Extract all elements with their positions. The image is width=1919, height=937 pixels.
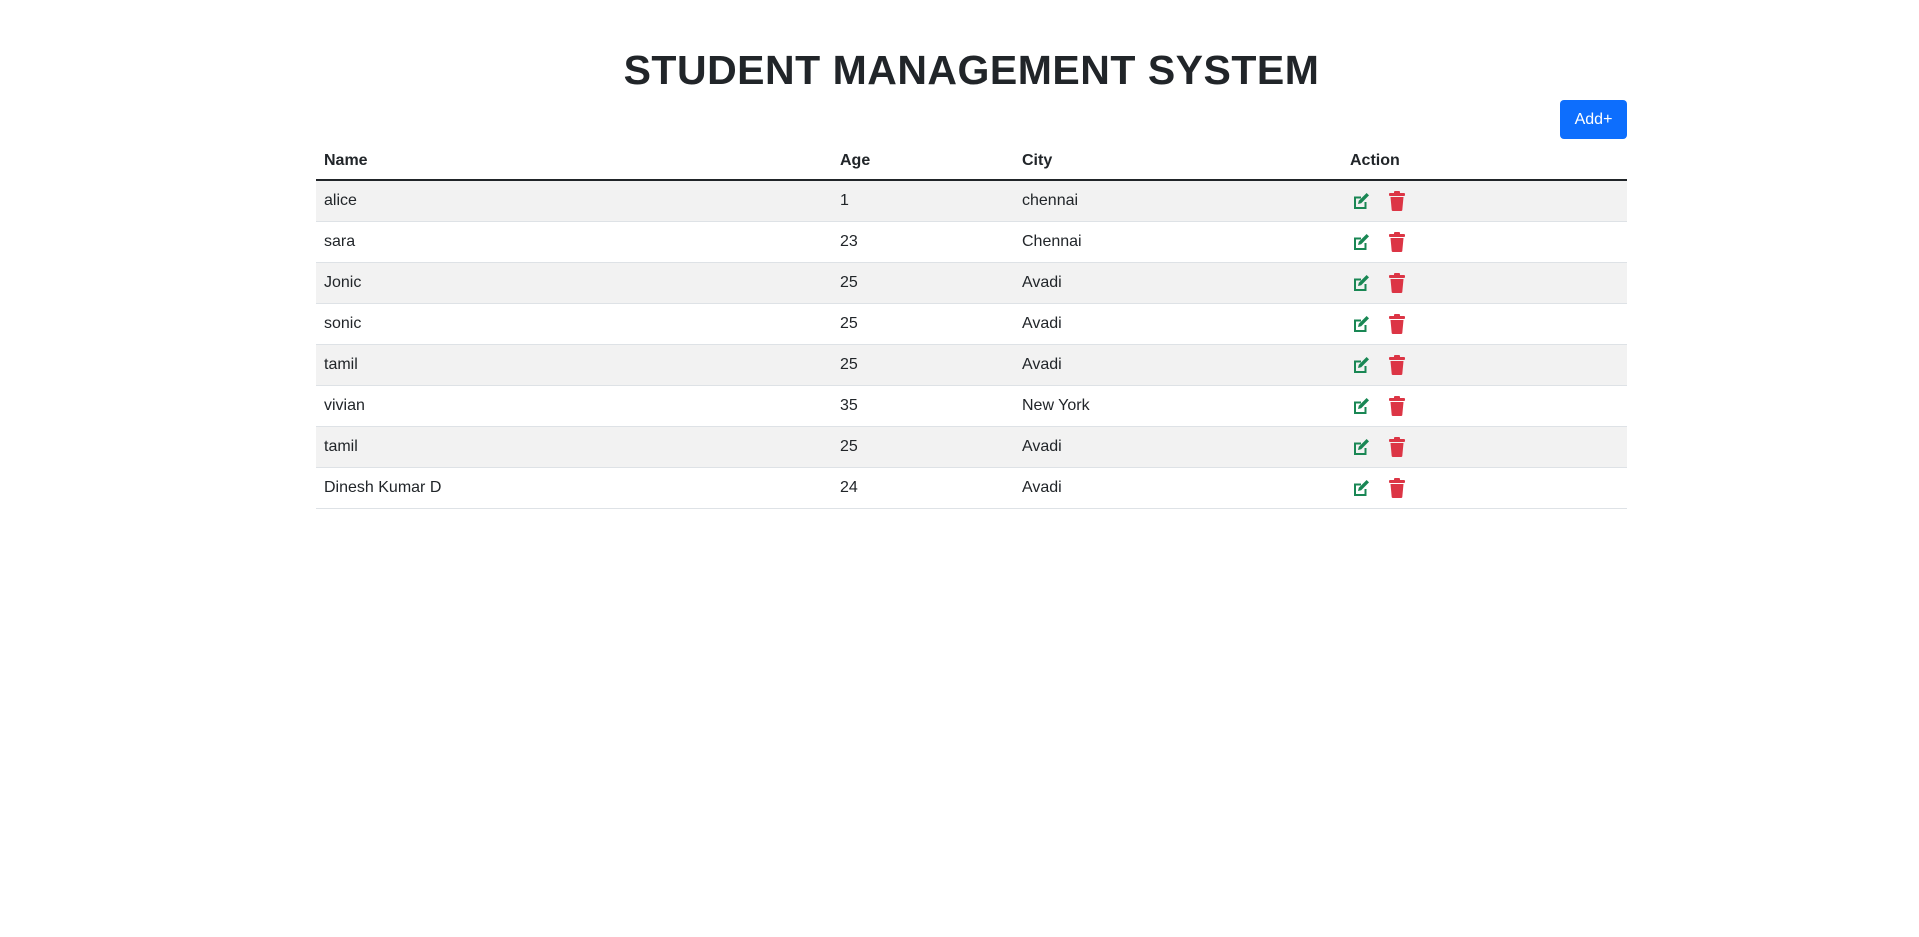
cell-action xyxy=(1342,385,1627,427)
column-header-action: Action xyxy=(1342,142,1627,181)
cell-action xyxy=(1342,262,1627,304)
column-header-age: Age xyxy=(832,142,1014,181)
trash-icon[interactable] xyxy=(1386,313,1408,335)
edit-icon[interactable] xyxy=(1350,477,1372,499)
table-row: Dinesh Kumar D 24 Avadi xyxy=(316,467,1627,509)
row-actions xyxy=(1350,386,1619,426)
cell-city: Avadi xyxy=(1014,303,1342,345)
trash-icon[interactable] xyxy=(1386,477,1408,499)
cell-age: 25 xyxy=(832,426,1014,468)
row-actions xyxy=(1350,222,1619,262)
cell-name: tamil xyxy=(316,426,832,468)
column-header-city: City xyxy=(1014,142,1342,181)
trash-icon[interactable] xyxy=(1386,354,1408,376)
row-actions xyxy=(1350,304,1619,344)
edit-icon[interactable] xyxy=(1350,436,1372,458)
row-actions xyxy=(1350,345,1619,385)
cell-name: Jonic xyxy=(316,262,832,304)
trash-icon[interactable] xyxy=(1386,395,1408,417)
students-table: Name Age City Action alice 1 chennai sara 23… xyxy=(316,142,1627,509)
cell-city: Avadi xyxy=(1014,262,1342,304)
cell-action xyxy=(1342,221,1627,263)
edit-icon[interactable] xyxy=(1350,272,1372,294)
row-actions xyxy=(1350,427,1619,467)
cell-action xyxy=(1342,303,1627,345)
cell-action xyxy=(1342,344,1627,386)
cell-age: 24 xyxy=(832,467,1014,509)
table-header-row: Name Age City Action xyxy=(316,142,1627,181)
cell-action xyxy=(1342,467,1627,509)
column-header-name: Name xyxy=(316,142,832,181)
edit-icon[interactable] xyxy=(1350,231,1372,253)
cell-age: 25 xyxy=(832,262,1014,304)
add-student-button[interactable]: Add+ xyxy=(1560,100,1627,139)
cell-action xyxy=(1342,180,1627,222)
cell-city: New York xyxy=(1014,385,1342,427)
table-row: Jonic 25 Avadi xyxy=(316,262,1627,304)
cell-age: 25 xyxy=(832,344,1014,386)
cell-city: chennai xyxy=(1014,180,1342,222)
cell-city: Chennai xyxy=(1014,221,1342,263)
cell-name: alice xyxy=(316,180,832,222)
trash-icon[interactable] xyxy=(1386,231,1408,253)
table-row: tamil 25 Avadi xyxy=(316,426,1627,468)
cell-age: 25 xyxy=(832,303,1014,345)
page-title: STUDENT MANAGEMENT SYSTEM xyxy=(623,47,1320,93)
table-row: sonic 25 Avadi xyxy=(316,303,1627,345)
table-body: alice 1 chennai sara 23 Chennai Jonic 25 Avadi so… xyxy=(316,180,1627,509)
cell-name: tamil xyxy=(316,344,832,386)
cell-name: Dinesh Kumar D xyxy=(316,467,832,509)
table-row: sara 23 Chennai xyxy=(316,221,1627,263)
cell-age: 35 xyxy=(832,385,1014,427)
cell-age: 1 xyxy=(832,180,1014,222)
edit-icon[interactable] xyxy=(1350,190,1372,212)
trash-icon[interactable] xyxy=(1386,272,1408,294)
cell-age: 23 xyxy=(832,221,1014,263)
row-actions xyxy=(1350,263,1619,303)
cell-city: Avadi xyxy=(1014,344,1342,386)
trash-icon[interactable] xyxy=(1386,436,1408,458)
table-row: vivian 35 New York xyxy=(316,385,1627,427)
edit-icon[interactable] xyxy=(1350,395,1372,417)
cell-name: vivian xyxy=(316,385,832,427)
edit-icon[interactable] xyxy=(1350,313,1372,335)
table-row: tamil 25 Avadi xyxy=(316,344,1627,386)
table-row: alice 1 chennai xyxy=(316,180,1627,222)
cell-city: Avadi xyxy=(1014,467,1342,509)
trash-icon[interactable] xyxy=(1386,190,1408,212)
cell-action xyxy=(1342,426,1627,468)
row-actions xyxy=(1350,181,1619,221)
cell-city: Avadi xyxy=(1014,426,1342,468)
cell-name: sara xyxy=(316,221,832,263)
row-actions xyxy=(1350,468,1619,508)
cell-name: sonic xyxy=(316,303,832,345)
edit-icon[interactable] xyxy=(1350,354,1372,376)
